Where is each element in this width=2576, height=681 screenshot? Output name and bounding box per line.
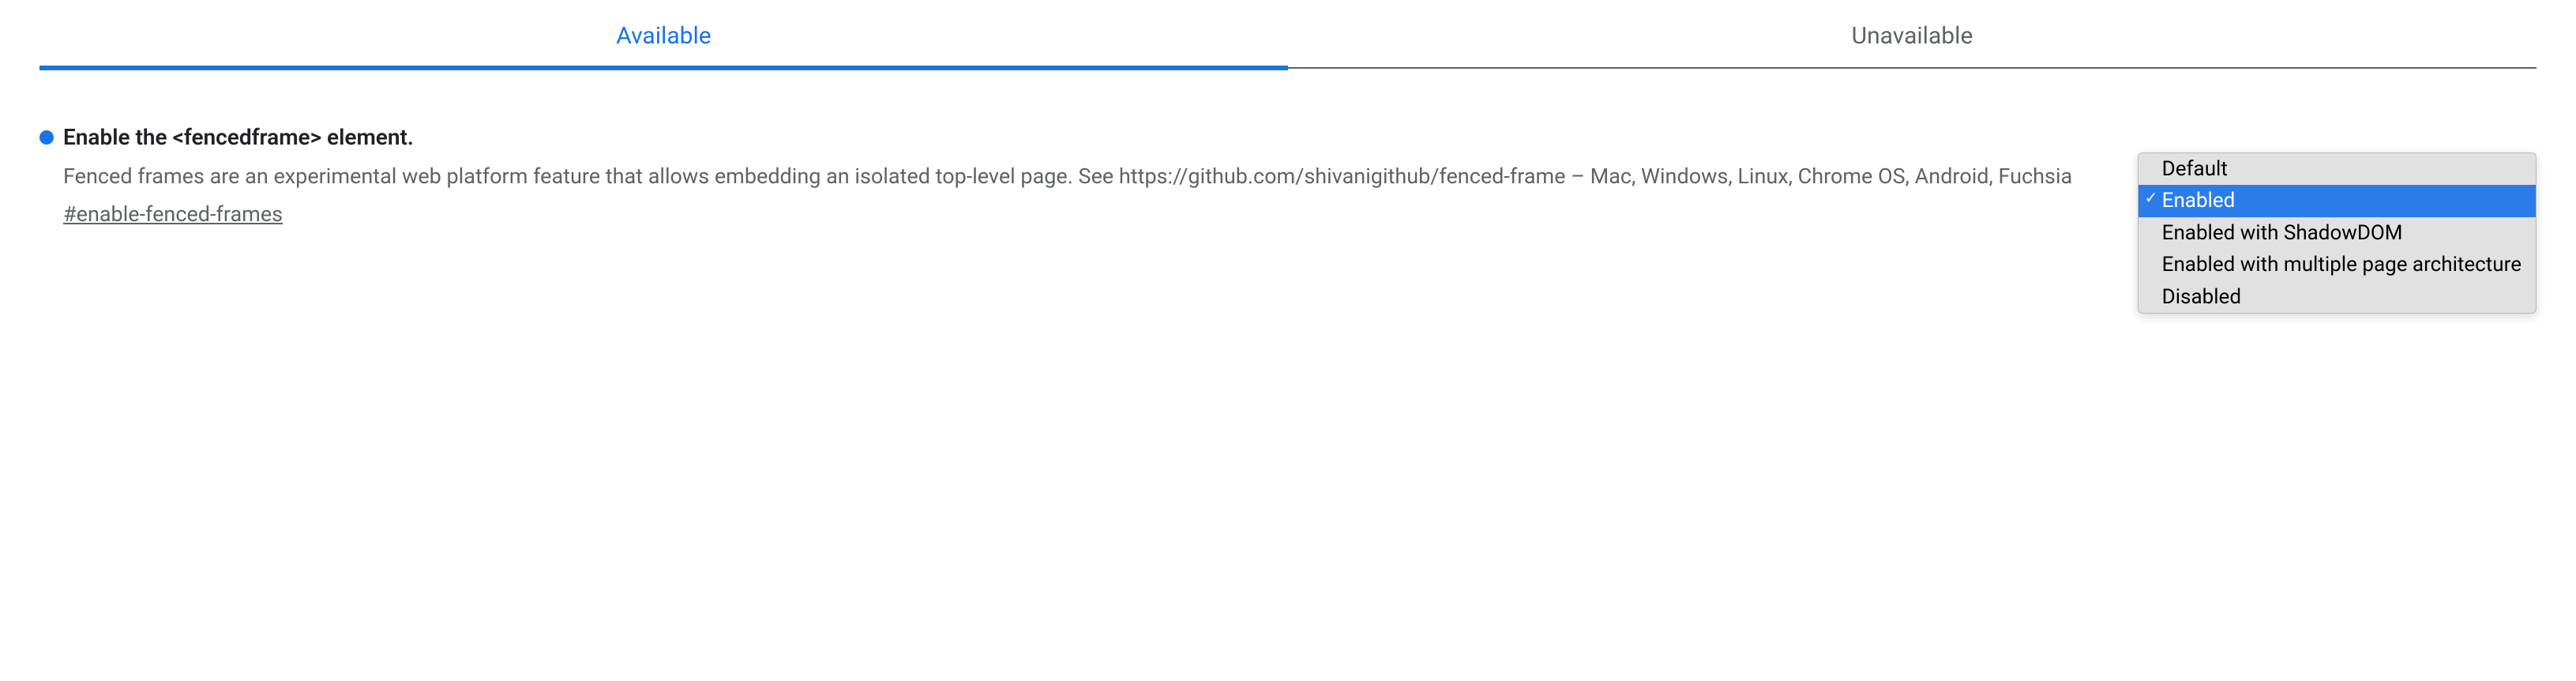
flag-hash-link[interactable]: #enable-fenced-frames (63, 201, 283, 227)
modified-dot-icon (39, 130, 54, 145)
flag-text-block: Enable the <fencedframe> element. Fenced… (39, 124, 2106, 227)
tab-available[interactable]: Available (39, 0, 1288, 67)
flag-title-line: Enable the <fencedframe> element. (39, 124, 2106, 150)
tab-unavailable[interactable]: Unavailable (1288, 0, 2537, 67)
dropdown-option-disabled[interactable]: Disabled (2139, 281, 2536, 313)
tab-bar: Available Unavailable (39, 0, 2537, 69)
flag-title: Enable the <fencedframe> element. (63, 124, 414, 150)
dropdown-menu: Default Enabled Enabled with ShadowDOM E… (2138, 152, 2537, 314)
dropdown-option-multipage[interactable]: Enabled with multiple page architecture (2139, 249, 2536, 280)
flag-dropdown[interactable]: Default Enabled Enabled with ShadowDOM E… (2138, 152, 2537, 314)
flag-row: Enable the <fencedframe> element. Fenced… (39, 124, 2537, 314)
dropdown-option-enabled[interactable]: Enabled (2139, 185, 2536, 216)
dropdown-option-default[interactable]: Default (2139, 153, 2536, 185)
flag-description: Fenced frames are an experimental web pl… (63, 161, 2106, 192)
dropdown-option-shadowdom[interactable]: Enabled with ShadowDOM (2139, 217, 2536, 249)
